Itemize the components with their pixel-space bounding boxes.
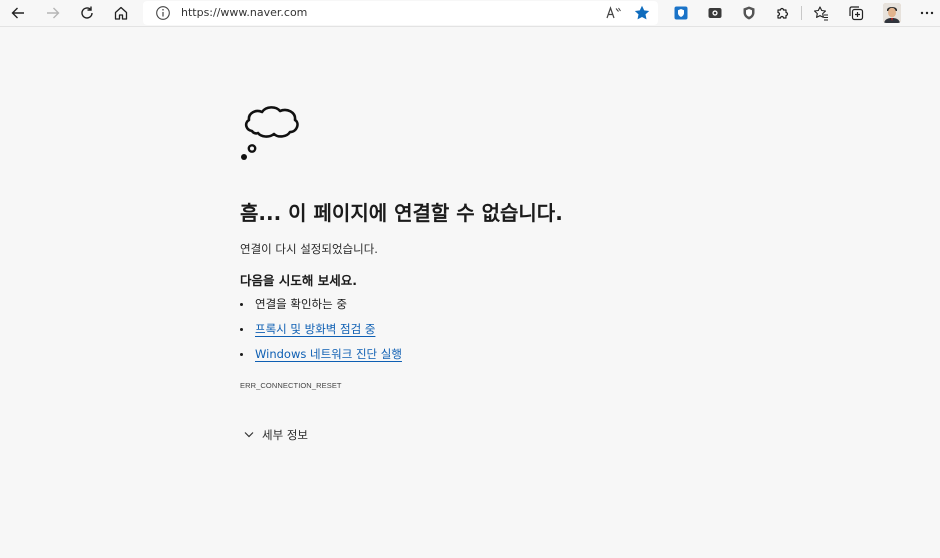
forward-arrow-icon: [47, 7, 60, 19]
read-aloud-icon: [606, 6, 621, 19]
camera-extension-button[interactable]: [704, 3, 726, 23]
shield-extension-icon: [674, 6, 688, 20]
extensions-button[interactable]: [772, 3, 794, 23]
suggestions-heading: 다음을 시도해 보세요.: [240, 273, 357, 288]
details-label[interactable]: 세부 정보: [262, 427, 308, 443]
read-aloud-button[interactable]: [605, 5, 623, 21]
home-button[interactable]: [110, 3, 132, 23]
error-description: 연결이 다시 설정되었습니다.: [240, 242, 378, 256]
bullet: [240, 328, 243, 331]
favorites-button[interactable]: [810, 3, 832, 23]
suggestion-check-connection: 연결을 확인하는 중: [255, 297, 347, 311]
more-icon: [920, 11, 934, 15]
info-icon[interactable]: [155, 5, 171, 21]
puzzle-icon: [777, 7, 789, 19]
adblock-extension-icon: [743, 6, 755, 20]
suggestion-network-diagnostics-link[interactable]: Windows 네트워크 진단 실행: [255, 346, 402, 362]
bullet: [240, 353, 243, 356]
thought-cloud-icon: [241, 106, 299, 160]
star-icon[interactable]: [633, 4, 651, 22]
address-bar[interactable]: https://www.naver.com: [143, 1, 658, 25]
refresh-button[interactable]: [76, 3, 98, 23]
camera-extension-icon: [708, 8, 722, 18]
collections-button[interactable]: [845, 3, 867, 23]
profile-photo-icon: [883, 3, 901, 23]
shield-extension-button[interactable]: [670, 3, 692, 23]
browser-toolbar: https://www.naver.com: [0, 0, 940, 27]
more-button[interactable]: [916, 3, 938, 23]
page-title: 흠... 이 페이지에 연결할 수 없습니다.: [240, 201, 563, 225]
url-text[interactable]: https://www.naver.com: [181, 6, 307, 19]
adblock-extension-button[interactable]: [738, 3, 760, 23]
toolbar-divider: [801, 6, 802, 20]
profile-avatar[interactable]: [883, 3, 901, 23]
error-code: ERR_CONNECTION_RESET: [240, 381, 342, 390]
forward-button[interactable]: [42, 3, 64, 23]
back-arrow-icon: [11, 7, 24, 19]
chevron-down-icon: [244, 432, 254, 438]
home-icon: [114, 6, 128, 20]
refresh-icon: [81, 6, 93, 19]
back-button[interactable]: [7, 3, 29, 23]
collections-icon: [849, 6, 864, 21]
bullet: [240, 303, 243, 306]
suggestion-check-proxy-firewall-link[interactable]: 프록시 및 방화벽 점검 중: [255, 321, 375, 337]
favorites-icon: [813, 6, 828, 21]
